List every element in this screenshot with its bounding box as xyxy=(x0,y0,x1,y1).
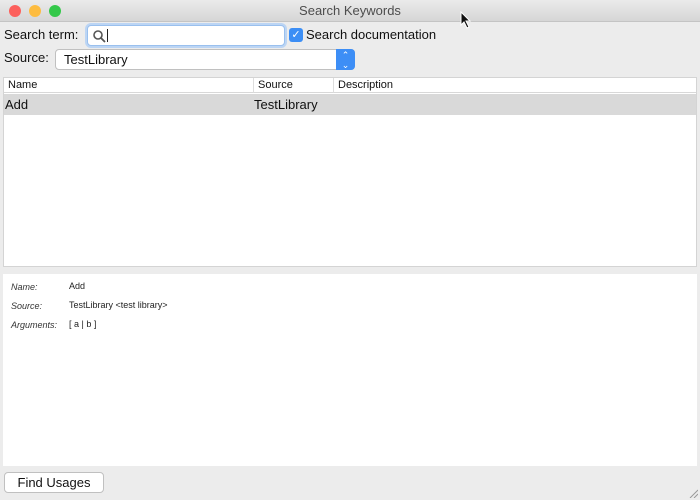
table-row[interactable]: Add TestLibrary xyxy=(4,94,696,115)
text-cursor xyxy=(107,29,108,42)
detail-arguments-label: Arguments: xyxy=(11,320,58,330)
detail-name-label: Name: xyxy=(11,282,38,292)
search-input[interactable] xyxy=(87,25,285,46)
search-documentation-label: Search documentation xyxy=(306,27,437,42)
chevron-up-down-icon: ⌃ ⌄ xyxy=(336,49,355,70)
close-button[interactable] xyxy=(9,5,21,17)
title-bar: Search Keywords xyxy=(0,0,700,22)
search-term-label: Search term: xyxy=(4,27,79,42)
details-panel: Name: Add Source: TestLibrary <test libr… xyxy=(3,274,697,466)
detail-source-value: TestLibrary <test library> xyxy=(69,300,168,310)
resize-grip-icon[interactable] xyxy=(688,488,698,498)
mouse-cursor-icon xyxy=(460,11,472,29)
cell-source: TestLibrary xyxy=(254,97,318,112)
source-select[interactable]: TestLibrary ⌃ ⌄ xyxy=(55,49,355,70)
detail-name-value: Add xyxy=(69,281,86,291)
zoom-button[interactable] xyxy=(49,5,61,17)
source-label: Source: xyxy=(4,50,49,65)
column-header-description[interactable]: Description xyxy=(334,78,696,93)
keywords-table: Name Source Description Add TestLibrary xyxy=(3,77,697,267)
search-icon xyxy=(93,30,106,43)
column-header-source[interactable]: Source xyxy=(254,78,334,93)
detail-source-label: Source: xyxy=(11,301,43,311)
column-header-name[interactable]: Name xyxy=(4,78,254,93)
search-documentation-checkbox[interactable]: ✓ xyxy=(289,28,303,42)
source-selected-value: TestLibrary xyxy=(64,52,128,67)
cell-name: Add xyxy=(5,97,29,112)
detail-arguments-value: [ a | b ] xyxy=(69,319,97,329)
minimize-button[interactable] xyxy=(29,5,41,17)
find-usages-button[interactable]: Find Usages xyxy=(4,472,104,493)
window-title: Search Keywords xyxy=(299,3,401,18)
